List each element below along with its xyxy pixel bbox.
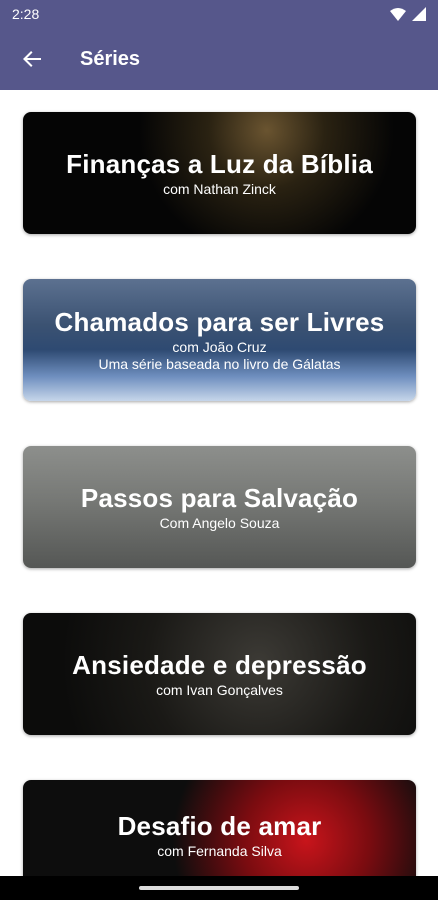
series-card-desafio[interactable]: Desafio de amar com Fernanda Silva bbox=[23, 780, 416, 876]
series-card-passos[interactable]: Passos para Salvação Com Angelo Souza bbox=[23, 446, 416, 568]
card-subtitle: com João Cruz bbox=[172, 339, 267, 355]
card-text: Desafio de amar com Fernanda Silva bbox=[23, 780, 416, 876]
series-card-financas[interactable]: Finanças a Luz da Bíblia com Nathan Zinc… bbox=[23, 112, 416, 234]
card-description: Uma série baseada no livro de Gálatas bbox=[98, 356, 341, 372]
card-subtitle: com Nathan Zinck bbox=[163, 180, 276, 197]
card-title: Desafio de amar bbox=[117, 810, 322, 841]
series-list[interactable]: Finanças a Luz da Bíblia com Nathan Zinc… bbox=[0, 90, 438, 876]
signal-icon bbox=[412, 7, 426, 21]
card-subtitle: com Ivan Gonçalves bbox=[156, 681, 283, 698]
card-subtitle: Com Angelo Souza bbox=[159, 514, 280, 531]
arrow-back-icon bbox=[23, 51, 41, 67]
status-bar: 2:28 bbox=[0, 0, 438, 28]
wifi-icon bbox=[390, 8, 406, 21]
card-title: Finanças a Luz da Bíblia bbox=[66, 148, 373, 179]
app-bar: Séries bbox=[0, 28, 438, 90]
series-card-chamados[interactable]: Chamados para ser Livres com João Cruz U… bbox=[23, 279, 416, 401]
home-gesture-handle[interactable] bbox=[139, 886, 299, 890]
card-title: Chamados para ser Livres bbox=[54, 307, 385, 337]
system-nav-bar bbox=[0, 876, 438, 900]
card-title: Passos para Salvação bbox=[80, 482, 359, 513]
back-button[interactable] bbox=[0, 28, 64, 90]
card-text: Ansiedade e depressão com Ivan Gonçalves bbox=[23, 613, 416, 735]
status-icons bbox=[390, 7, 426, 21]
card-text: Finanças a Luz da Bíblia com Nathan Zinc… bbox=[23, 112, 416, 234]
status-time: 2:28 bbox=[12, 6, 40, 22]
card-subtitle: com Fernanda Silva bbox=[157, 842, 282, 859]
series-card-ansiedade[interactable]: Ansiedade e depressão com Ivan Gonçalves bbox=[23, 613, 416, 735]
card-title: Ansiedade e depressão bbox=[72, 649, 367, 680]
page-title: Séries bbox=[80, 47, 141, 70]
card-text: Chamados para ser Livres com João Cruz U… bbox=[23, 279, 416, 401]
card-text: Passos para Salvação Com Angelo Souza bbox=[23, 446, 416, 568]
